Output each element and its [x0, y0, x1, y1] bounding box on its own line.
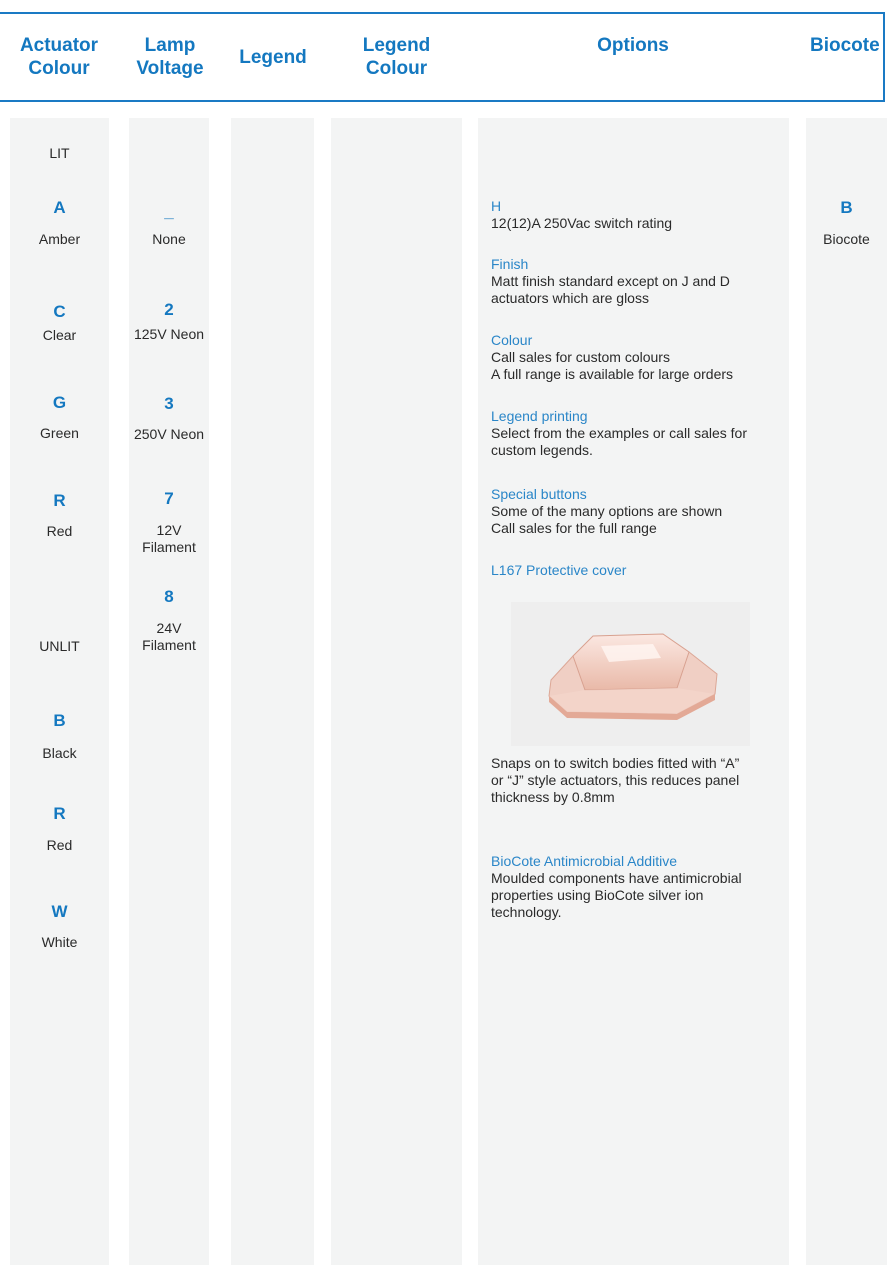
body-line: Moulded components have antimicrobial [491, 870, 742, 886]
body-line: Select from the examples or call sales f… [491, 425, 747, 441]
actuator-name: Green [40, 425, 79, 441]
option-h-title: H [491, 198, 502, 214]
table-header: Actuator Colour Lamp Voltage Legend Legend… [0, 12, 885, 102]
protective-cover-image [511, 602, 750, 746]
header-legend: Legend [239, 46, 307, 68]
header-options: Options [597, 34, 669, 56]
lit-label: LIT [49, 145, 70, 161]
protective-cover-icon [548, 633, 718, 720]
body-line: actuators which are gloss [491, 290, 649, 306]
actuator-code: A [53, 198, 66, 217]
column-actuator [10, 118, 109, 1265]
lamp-name-line: 12V [156, 522, 182, 538]
body-line: Call sales for the full range [491, 520, 657, 536]
column-lamp [129, 118, 209, 1265]
body-line: Matt finish standard except on J and D [491, 273, 730, 289]
option-colour-body: Call sales for custom colours A full ran… [491, 349, 781, 383]
actuator-name: Red [46, 523, 73, 539]
header-text: Colour [365, 58, 428, 79]
option-legend-title: Legend printing [491, 408, 588, 424]
lamp-code: 8 [164, 587, 174, 606]
lamp-name: 24V Filament [129, 620, 209, 654]
body-line: A full range is available for large orde… [491, 366, 734, 382]
actuator-code: B [53, 711, 66, 730]
biocote-name: Biocote [823, 231, 870, 247]
body-line: thickness by 0.8mm [491, 789, 615, 805]
header-text: Legend [362, 35, 431, 56]
actuator-name: Black [42, 745, 77, 761]
body-line: Call sales for custom colours [491, 349, 670, 365]
option-h-body: 12(12)A 250Vac switch rating [491, 215, 673, 231]
header-text: Voltage [136, 58, 204, 79]
lamp-name: 12V Filament [129, 522, 209, 556]
header-lamp-voltage: Lamp Voltage [125, 14, 215, 100]
actuator-code: R [53, 804, 66, 823]
actuator-code: C [53, 302, 66, 321]
lamp-code: 3 [164, 394, 174, 413]
lamp-code: _ [164, 202, 174, 221]
header-biocote: Biocote [810, 34, 880, 56]
option-legend-body: Select from the examples or call sales f… [491, 425, 781, 459]
lamp-code: 2 [164, 300, 174, 319]
actuator-name: Clear [42, 327, 77, 343]
body-line: Snaps on to switch bodies fitted with “A… [491, 755, 740, 771]
option-biocote-title: BioCote Antimicrobial Additive [491, 853, 677, 869]
biocote-code: B [840, 198, 853, 217]
header-text: Actuator [19, 35, 99, 56]
lamp-name: None [152, 231, 186, 247]
header-text: Lamp [144, 35, 196, 56]
body-line: custom legends. [491, 442, 593, 458]
column-biocote [806, 118, 887, 1265]
column-legend-colour [331, 118, 462, 1265]
column-legend [231, 118, 314, 1265]
option-special-title: Special buttons [491, 486, 587, 502]
actuator-name: White [41, 934, 78, 950]
option-finish-title: Finish [491, 256, 529, 272]
option-finish-body: Matt finish standard except on J and D a… [491, 273, 781, 307]
body-line: Some of the many options are shown [491, 503, 723, 519]
body-line: or “J” style actuators, this reduces pan… [491, 772, 740, 788]
actuator-code: W [51, 902, 68, 921]
option-colour-title: Colour [491, 332, 533, 348]
lamp-name: 125V Neon [133, 326, 205, 342]
header-actuator-colour: Actuator Colour [0, 14, 118, 100]
lamp-name-line: Filament [142, 539, 196, 555]
lamp-name-line: Filament [142, 637, 196, 653]
header-legend-colour: Legend Colour [330, 14, 463, 100]
actuator-code: R [53, 491, 66, 510]
body-line: properties using BioCote silver ion [491, 887, 704, 903]
option-special-body: Some of the many options are shown Call … [491, 503, 781, 537]
unlit-label: UNLIT [39, 638, 80, 654]
lamp-code: 7 [164, 489, 174, 508]
body-line: technology. [491, 904, 562, 920]
lamp-name: 250V Neon [133, 426, 205, 442]
actuator-name: Amber [38, 231, 81, 247]
actuator-name: Red [46, 837, 73, 853]
option-cover-title: L167 Protective cover [491, 562, 627, 578]
actuator-code: G [52, 393, 67, 412]
lamp-name-line: 24V [156, 620, 182, 636]
option-cover-body: Snaps on to switch bodies fitted with “A… [491, 755, 781, 806]
header-text: Colour [28, 58, 90, 79]
option-biocote-body: Moulded components have antimicrobial pr… [491, 870, 781, 921]
